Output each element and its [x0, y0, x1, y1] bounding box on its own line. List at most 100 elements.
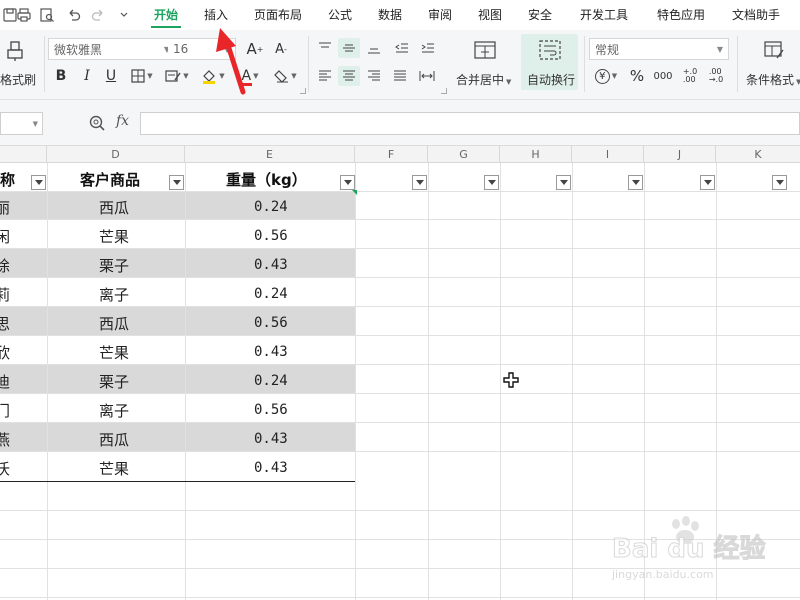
align-left-button[interactable] — [316, 66, 334, 86]
filter-dropdown-button[interactable] — [484, 175, 499, 190]
conditional-format-button[interactable]: 条件格式 ▼ — [746, 71, 800, 88]
tab-special-apps[interactable]: 特色应用 — [657, 6, 705, 23]
tab-data[interactable]: 数据 — [378, 6, 402, 23]
cell-weight[interactable]: 0.43 — [254, 257, 288, 273]
filter-dropdown-button[interactable] — [169, 175, 184, 190]
cell-name[interactable]: 门 — [0, 400, 10, 421]
align-middle-button[interactable] — [338, 38, 360, 58]
align-top-button[interactable] — [316, 38, 334, 58]
merge-center-button[interactable]: 合并居中 ▼ — [456, 71, 511, 88]
percent-format-button[interactable]: % — [627, 66, 647, 86]
tab-review[interactable]: 审阅 — [428, 6, 452, 23]
cell-weight[interactable]: 0.43 — [254, 344, 288, 360]
quick-access-dropdown-icon[interactable] — [114, 5, 134, 25]
column-header-d[interactable]: D — [47, 146, 185, 163]
merge-center-icon[interactable] — [472, 38, 498, 62]
fill-color-button[interactable]: ▼ — [198, 66, 228, 86]
decrease-indent-button[interactable] — [392, 38, 412, 58]
cell-weight[interactable]: 0.24 — [254, 373, 288, 389]
tab-page-layout[interactable]: 页面布局 — [254, 6, 302, 23]
font-name-select[interactable]: 微软雅黑 ▼ — [48, 38, 176, 60]
cell-name[interactable]: 欣 — [0, 342, 10, 363]
tab-doc-assistant[interactable]: 文档助手 — [732, 6, 780, 23]
filter-dropdown-button[interactable] — [628, 175, 643, 190]
formula-input[interactable] — [140, 112, 800, 135]
align-bottom-button[interactable] — [364, 38, 384, 58]
filter-dropdown-button[interactable] — [700, 175, 715, 190]
column-header-j[interactable]: J — [644, 146, 716, 163]
header-cell-weight[interactable]: 重量（kg） — [226, 169, 307, 190]
cell-name[interactable]: 莉 — [0, 284, 10, 305]
print-icon[interactable] — [14, 5, 34, 25]
italic-button[interactable]: I — [78, 66, 96, 86]
cell-weight[interactable]: 0.56 — [254, 228, 288, 244]
filter-dropdown-button[interactable] — [31, 175, 46, 190]
cell-product[interactable]: 芒果 — [99, 458, 129, 479]
tab-insert[interactable]: 插入 — [204, 6, 228, 23]
cell-weight[interactable]: 0.56 — [254, 315, 288, 331]
cell-product[interactable]: 西瓜 — [99, 197, 129, 218]
cell-weight[interactable]: 0.56 — [254, 402, 288, 418]
shrink-font-button[interactable]: A- — [270, 38, 292, 60]
increase-decimal-button[interactable]: +.0 .00 — [679, 66, 701, 86]
filter-dropdown-button[interactable] — [772, 175, 787, 190]
cell-weight[interactable]: 0.24 — [254, 286, 288, 302]
cell-name[interactable]: 沃 — [0, 458, 10, 479]
column-header-c[interactable] — [0, 146, 47, 163]
conditional-format-icon[interactable] — [762, 38, 786, 62]
currency-format-button[interactable]: ¥ ▼ — [591, 66, 621, 86]
format-painter-icon[interactable] — [4, 38, 26, 64]
column-header-e[interactable]: E — [185, 146, 355, 163]
cell-product[interactable]: 西瓜 — [99, 429, 129, 450]
cell-product[interactable]: 芒果 — [99, 226, 129, 247]
column-header-g[interactable]: G — [428, 146, 500, 163]
header-cell-product[interactable]: 客户商品 — [80, 169, 140, 190]
print-preview-icon[interactable] — [37, 5, 57, 25]
align-right-button[interactable] — [364, 66, 384, 86]
increase-indent-button[interactable] — [418, 38, 438, 58]
filter-dropdown-button[interactable] — [556, 175, 571, 190]
underline-button[interactable]: U — [102, 66, 120, 86]
clear-format-button[interactable]: ▼ — [270, 66, 300, 86]
undo-icon[interactable] — [64, 5, 84, 25]
cell-product[interactable]: 芒果 — [99, 342, 129, 363]
alignment-group-expand-icon[interactable] — [441, 88, 447, 94]
header-cell-name[interactable]: 称 — [0, 169, 15, 190]
font-color-button[interactable]: A ▼ — [236, 66, 264, 86]
decrease-decimal-button[interactable]: .00 →.0 — [705, 66, 727, 86]
filter-dropdown-button[interactable] — [340, 175, 355, 190]
cell-name[interactable]: 思 — [0, 313, 10, 334]
align-center-button[interactable] — [338, 66, 360, 86]
filter-dropdown-button[interactable] — [412, 175, 427, 190]
grow-font-button[interactable]: A + — [244, 38, 266, 60]
insert-function-button[interactable]: fx — [116, 113, 129, 129]
font-group-expand-icon[interactable] — [300, 88, 306, 94]
cell-product[interactable]: 离子 — [99, 284, 129, 305]
column-header-h[interactable]: H — [500, 146, 572, 163]
cell-product[interactable]: 栗子 — [99, 371, 129, 392]
cell-product[interactable]: 栗子 — [99, 255, 129, 276]
cell-name[interactable]: 徐 — [0, 255, 10, 276]
distributed-align-button[interactable] — [416, 66, 438, 86]
number-format-select[interactable]: 常规 ▼ — [589, 38, 729, 60]
cell-name[interactable]: 迪 — [0, 371, 10, 392]
cell-name[interactable]: 燕 — [0, 429, 10, 450]
column-header-f[interactable]: F — [355, 146, 428, 163]
tab-formulas[interactable]: 公式 — [328, 6, 352, 23]
wrap-text-button[interactable]: 自动换行 — [521, 34, 578, 90]
column-header-i[interactable]: I — [572, 146, 644, 163]
tab-security[interactable]: 安全 — [528, 6, 552, 23]
tab-developer[interactable]: 开发工具 — [580, 6, 628, 23]
redo-icon[interactable] — [88, 5, 108, 25]
font-size-select[interactable]: 16 ▼ — [168, 38, 236, 60]
cell-product[interactable]: 离子 — [99, 400, 129, 421]
cell-style-button[interactable]: ▼ — [162, 66, 192, 86]
cell-weight[interactable]: 0.43 — [254, 431, 288, 447]
name-box[interactable]: ▼ — [0, 112, 43, 135]
zoom-icon[interactable] — [88, 114, 106, 132]
cell-name[interactable]: 丽 — [0, 197, 10, 218]
cell-weight[interactable]: 0.43 — [254, 460, 288, 476]
borders-button[interactable]: ▼ — [128, 66, 156, 86]
format-painter-button[interactable]: 格式刷 — [0, 71, 36, 88]
cell-weight[interactable]: 0.24 — [254, 199, 288, 215]
